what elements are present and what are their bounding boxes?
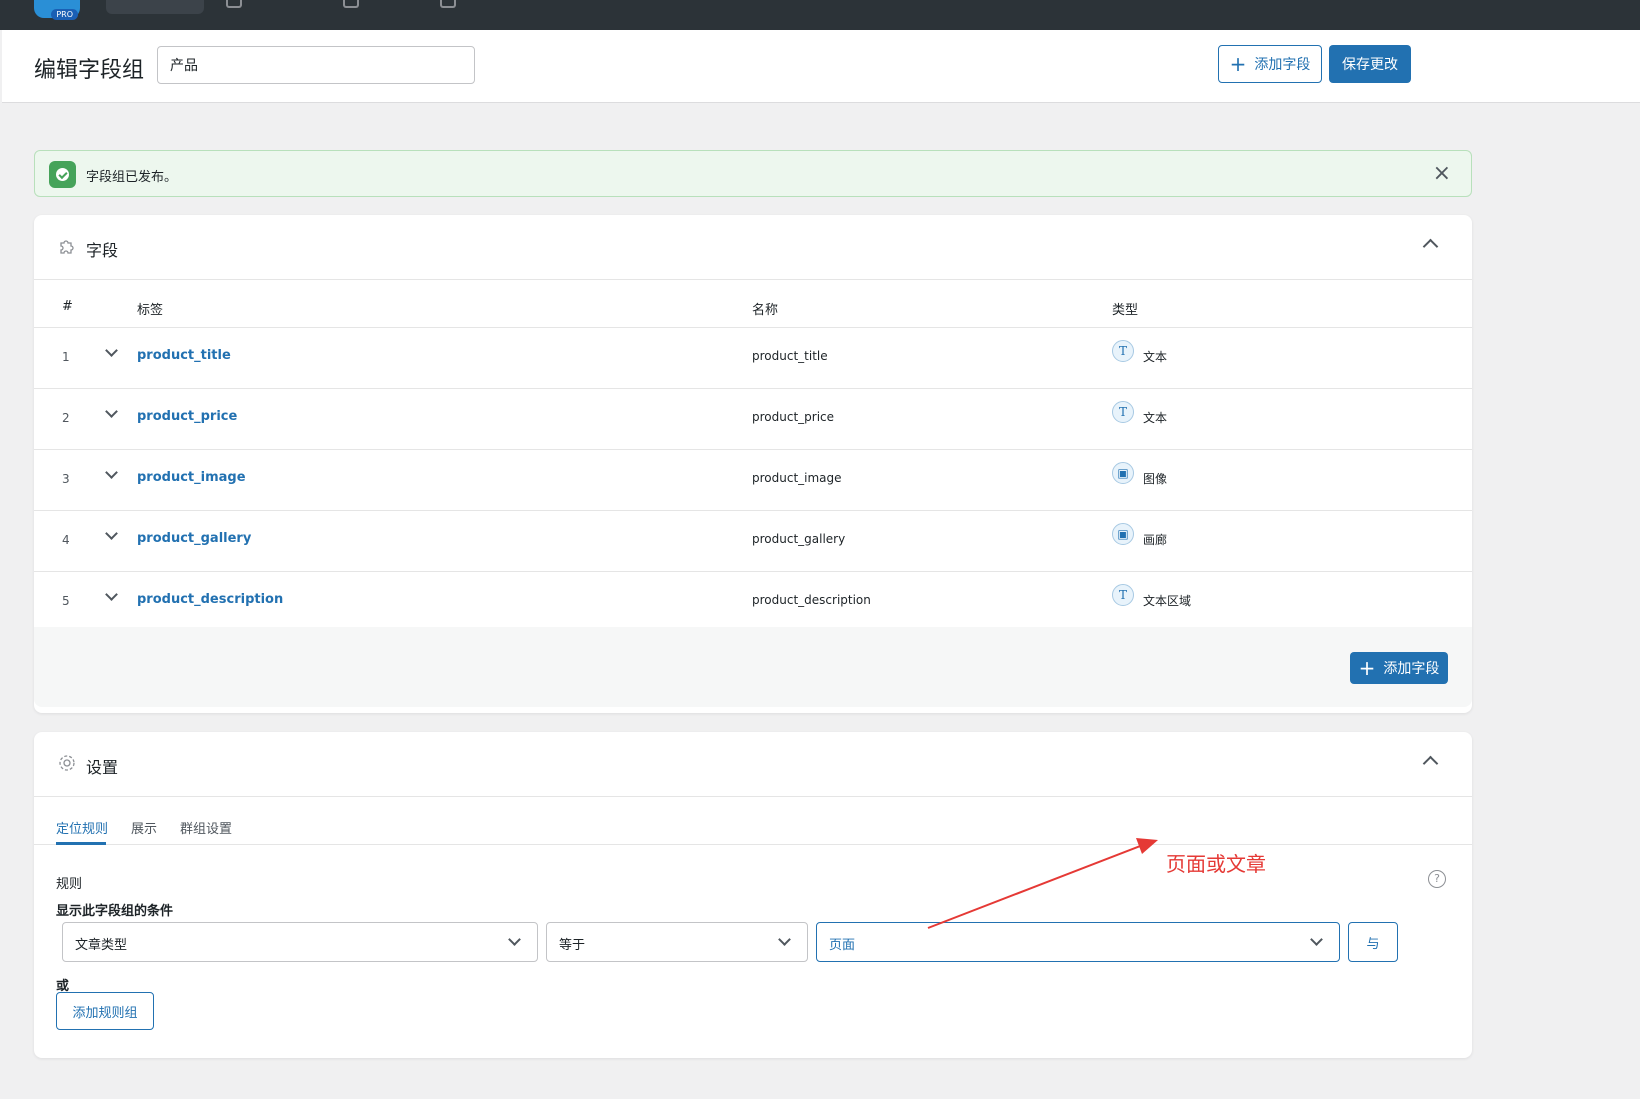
add-rule-group-button[interactable]: 添加规则组	[56, 992, 154, 1030]
rule-param-value: 文章类型	[75, 938, 128, 953]
save-changes-label: 保存更改	[1342, 57, 1398, 73]
rule-operator-value: 等于	[559, 938, 586, 953]
column-header-number: #	[62, 299, 73, 314]
and-rule-label: 与	[1366, 936, 1380, 952]
tab-group-settings[interactable]: 群组设置	[180, 818, 232, 837]
page-title: 编辑字段组	[34, 58, 145, 83]
add-field-footer-button[interactable]: + 添加字段	[1350, 652, 1448, 684]
chevron-down-icon[interactable]	[105, 588, 118, 601]
fields-panel: 字段 # 标签 名称 类型 1 product_title product_ti…	[34, 215, 1472, 713]
field-type: 文本区域	[1143, 594, 1192, 608]
gear-icon	[59, 755, 75, 771]
text-type-icon: T	[1112, 340, 1134, 362]
field-label-link[interactable]: product_description	[137, 592, 283, 607]
help-icon[interactable]: ?	[1428, 870, 1446, 888]
field-label-link[interactable]: product_title	[137, 348, 231, 363]
column-header-label: 标签	[137, 303, 164, 318]
textarea-type-icon: T	[1112, 584, 1134, 606]
field-row-number: 3	[62, 472, 70, 486]
chevron-down-icon	[1310, 933, 1323, 946]
text-type-icon: T	[1112, 401, 1134, 423]
field-row-number: 2	[62, 411, 70, 425]
field-row-number: 5	[62, 594, 70, 608]
field-row[interactable]: 3 product_image product_image ▣ 图像	[34, 450, 1472, 511]
divider	[34, 844, 1472, 845]
close-icon[interactable]: ×	[1433, 161, 1451, 186]
save-changes-button[interactable]: 保存更改	[1329, 45, 1411, 83]
image-type-icon: ▣	[1112, 462, 1134, 484]
rule-param-select[interactable]: 文章类型	[62, 922, 538, 962]
add-field-footer-label: 添加字段	[1383, 661, 1440, 677]
field-row[interactable]: 4 product_gallery product_gallery ▣ 画廊	[34, 511, 1472, 572]
active-tab-indicator	[56, 842, 106, 845]
rule-operator-select[interactable]: 等于	[546, 922, 808, 962]
tab-presentation[interactable]: 展示	[131, 818, 157, 837]
chevron-down-icon	[508, 933, 521, 946]
puzzle-icon	[60, 240, 74, 254]
column-header-type: 类型	[1112, 303, 1139, 318]
field-row-number: 4	[62, 533, 70, 547]
field-row[interactable]: 5 product_description product_descriptio…	[34, 572, 1472, 632]
add-rule-group-label: 添加规则组	[72, 1005, 138, 1021]
chevron-down-icon[interactable]	[105, 405, 118, 418]
field-row[interactable]: 2 product_price product_price T 文本	[34, 389, 1472, 450]
rule-value-select[interactable]: 页面	[816, 922, 1340, 962]
settings-panel: 设置 定位规则 展示 群组设置 规则 显示此字段组的条件 ? 文章类型 等于 页…	[34, 732, 1472, 1058]
topbar-icon[interactable]	[226, 0, 242, 8]
success-notice: 字段组已发布。 ×	[34, 150, 1472, 197]
rule-value-value: 页面	[829, 938, 856, 953]
acf-logo[interactable]: PRO	[34, 0, 80, 20]
rules-label: 规则	[56, 877, 83, 892]
notice-message: 字段组已发布。	[86, 170, 178, 185]
topbar-icon[interactable]	[343, 0, 359, 8]
field-name: product_price	[752, 410, 835, 424]
plus-icon: +	[1229, 52, 1247, 76]
add-field-button-label: 添加字段	[1254, 57, 1311, 73]
plus-icon: +	[1358, 656, 1376, 680]
field-name: product_title	[752, 349, 828, 363]
field-name: product_description	[752, 593, 871, 607]
settings-panel-title: 设置	[86, 758, 119, 777]
condition-label: 显示此字段组的条件	[56, 904, 174, 919]
chevron-up-icon[interactable]	[1422, 755, 1439, 772]
and-rule-button[interactable]: 与	[1348, 922, 1398, 962]
chevron-down-icon[interactable]	[105, 527, 118, 540]
add-field-button[interactable]: + 添加字段	[1218, 45, 1322, 83]
column-header-name: 名称	[752, 303, 779, 318]
pro-badge: PRO	[51, 9, 78, 20]
field-row[interactable]: 1 product_title product_title T 文本	[34, 328, 1472, 389]
chevron-down-icon[interactable]	[105, 344, 118, 357]
field-label-link[interactable]: product_image	[137, 470, 246, 485]
fields-panel-footer: + 添加字段	[34, 627, 1472, 707]
field-row-number: 1	[62, 350, 70, 364]
topbar-active-tab[interactable]	[106, 0, 204, 14]
chevron-up-icon[interactable]	[1422, 238, 1439, 255]
field-name: product_gallery	[752, 532, 846, 546]
annotation-text: 页面或文章	[1166, 852, 1266, 876]
field-label-link[interactable]: product_price	[137, 409, 237, 424]
gallery-type-icon: ▣	[1112, 523, 1134, 545]
field-type: 文本	[1143, 411, 1168, 425]
field-name: product_image	[752, 471, 842, 485]
field-type: 文本	[1143, 350, 1168, 364]
settings-panel-header[interactable]: 设置	[34, 732, 1472, 797]
field-type: 画廊	[1143, 533, 1168, 547]
page-header: 编辑字段组 + 添加字段 保存更改	[2, 30, 1640, 103]
field-label-link[interactable]: product_gallery	[137, 531, 251, 546]
chevron-down-icon	[778, 933, 791, 946]
admin-topbar: PRO	[0, 0, 1640, 30]
topbar-grid-icon[interactable]	[440, 0, 456, 8]
fields-panel-header[interactable]: 字段	[34, 215, 1472, 280]
field-group-title-input[interactable]	[157, 46, 475, 84]
check-circle-icon	[49, 161, 76, 188]
chevron-down-icon[interactable]	[105, 466, 118, 479]
tab-location-rules[interactable]: 定位规则	[56, 818, 108, 837]
fields-panel-title: 字段	[86, 241, 119, 260]
field-type: 图像	[1143, 472, 1168, 486]
